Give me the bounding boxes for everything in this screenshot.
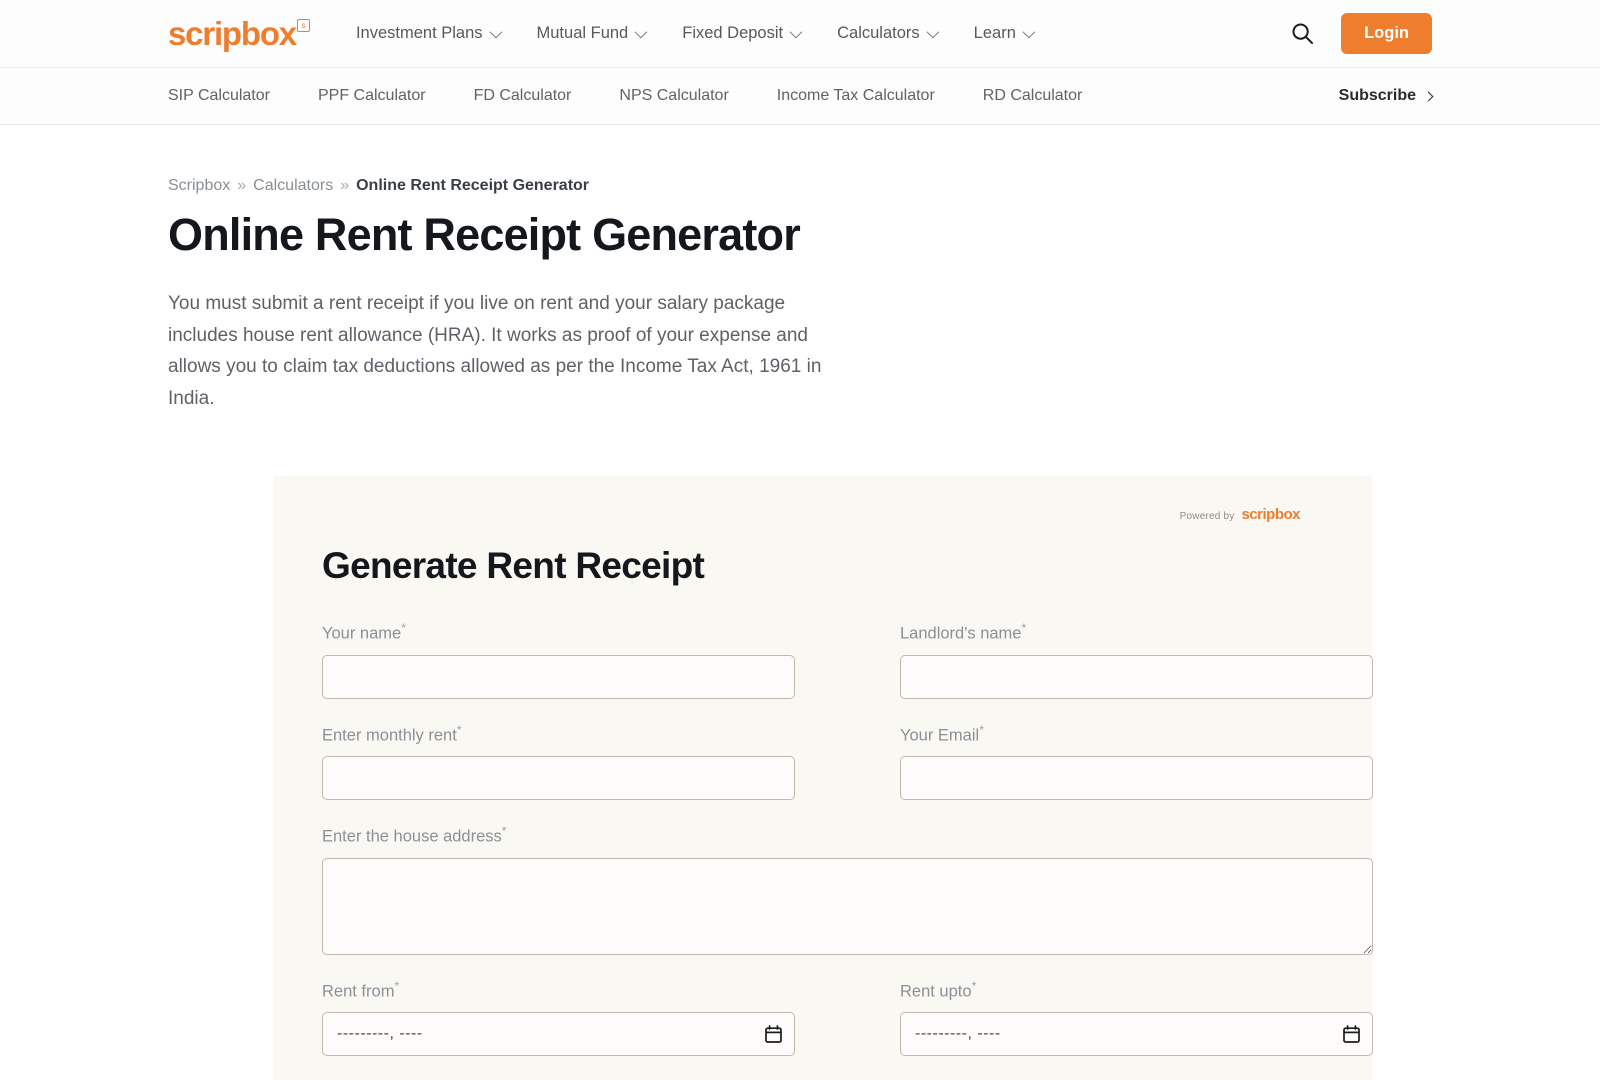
house-address-label: Enter the house address*: [322, 824, 1373, 847]
page-content: Scripbox » Calculators » Online Rent Rec…: [0, 177, 1600, 414]
your-name-input[interactable]: [322, 654, 795, 699]
nav-item-calculators[interactable]: Calculators: [837, 24, 939, 43]
your-name-label: Your name*: [322, 621, 795, 644]
breadcrumb-separator: »: [237, 177, 247, 194]
nav-item-fixed-deposit[interactable]: Fixed Deposit: [682, 24, 803, 43]
subnav-item-sip-calculator[interactable]: SIP Calculator: [168, 87, 270, 105]
required-marker: *: [456, 722, 462, 737]
breadcrumb-item-current: Online Rent Receipt Generator: [356, 177, 590, 194]
login-button[interactable]: Login: [1341, 13, 1432, 54]
nav-item-label: Learn: [973, 24, 1016, 42]
monthly-rent-input[interactable]: [322, 756, 795, 800]
calculator-subnav: SIP Calculator PPF Calculator FD Calcula…: [0, 67, 1600, 125]
search-icon[interactable]: [1291, 22, 1314, 45]
required-marker: *: [394, 978, 400, 993]
rent-from-date-wrapper: [322, 1012, 795, 1056]
navbar-actions: Login: [1291, 13, 1432, 54]
rent-from-input[interactable]: [322, 1012, 795, 1056]
label-text: Enter monthly rent: [322, 726, 457, 744]
breadcrumb-separator: »: [340, 177, 350, 194]
subnav-item-income-tax-calculator[interactable]: Income Tax Calculator: [777, 87, 935, 105]
your-email-input[interactable]: [900, 756, 1373, 800]
chevron-down-icon: [926, 25, 939, 39]
field-landlord-name: Landlord's name*: [900, 621, 1373, 699]
rent-upto-date-wrapper: [900, 1012, 1373, 1056]
nav-item-investment-plans[interactable]: Investment Plans: [355, 24, 502, 43]
field-monthly-rent: Enter monthly rent*: [322, 723, 795, 800]
subscribe-link[interactable]: Subscribe: [1338, 87, 1434, 105]
scripbox-logo[interactable]: scripbox s: [168, 17, 310, 50]
primary-navbar: scripbox s Investment Plans Mutual Fund …: [0, 0, 1600, 67]
landlord-name-input[interactable]: [900, 654, 1373, 699]
calendar-icon[interactable]: [1343, 1025, 1360, 1043]
label-text: Enter the house address: [322, 827, 502, 846]
powered-by-label: Powered by: [1179, 511, 1235, 522]
required-marker: *: [979, 722, 984, 737]
nav-items: Investment Plans Mutual Fund Fixed Depos…: [355, 24, 1036, 43]
nav-item-label: Investment Plans: [355, 24, 483, 42]
field-rent-from: Rent from*: [322, 979, 795, 1056]
powered-by-badge: Powered by scripbox: [322, 500, 1324, 523]
field-your-email: Your Email*: [900, 723, 1373, 800]
nav-item-label: Mutual Fund: [536, 24, 629, 42]
monthly-rent-label: Enter monthly rent*: [322, 723, 795, 746]
rent-upto-input[interactable]: [900, 1012, 1373, 1056]
required-marker: *: [401, 621, 406, 635]
field-your-name: Your name*: [322, 621, 795, 699]
chevron-down-icon: [489, 25, 502, 39]
rent-receipt-form: Your name* Landlord's name* Enter monthl…: [322, 621, 1373, 1080]
page-description: You must submit a rent receipt if you li…: [168, 293, 822, 409]
page-title: Online Rent Receipt Generator: [168, 209, 801, 260]
calendar-icon[interactable]: [765, 1025, 782, 1043]
field-rent-upto: Rent upto*: [900, 979, 1373, 1056]
nav-item-label: Fixed Deposit: [682, 24, 784, 42]
nav-item-label: Calculators: [837, 24, 920, 42]
subscribe-label: Subscribe: [1338, 87, 1416, 104]
card-title: Generate Rent Receipt: [322, 545, 705, 586]
breadcrumb-item-scripbox[interactable]: Scripbox: [168, 177, 230, 195]
rent-upto-label: Rent upto*: [900, 979, 1373, 1002]
label-text: Landlord's name: [900, 624, 1022, 643]
your-email-label: Your Email*: [900, 723, 1373, 746]
required-marker: *: [501, 824, 507, 838]
label-text: Rent upto: [900, 982, 972, 1000]
label-text: Your Email: [900, 726, 980, 744]
house-address-textarea[interactable]: [322, 857, 1373, 955]
logo-text: scripbox: [168, 15, 297, 52]
required-marker: *: [971, 978, 977, 993]
breadcrumb: Scripbox » Calculators » Online Rent Rec…: [168, 177, 1432, 195]
nav-item-mutual-fund[interactable]: Mutual Fund: [536, 24, 648, 43]
subnav-item-rd-calculator[interactable]: RD Calculator: [983, 87, 1083, 105]
label-text: Rent from: [322, 982, 395, 1000]
landlord-name-label: Landlord's name*: [900, 621, 1373, 644]
required-marker: *: [1021, 621, 1027, 635]
chevron-down-icon: [789, 25, 803, 39]
nav-item-learn[interactable]: Learn: [973, 24, 1036, 43]
chevron-right-icon: [1423, 91, 1434, 101]
rent-from-label: Rent from*: [322, 979, 795, 1002]
powered-by-brand: scripbox: [1241, 506, 1300, 523]
subnav-item-nps-calculator[interactable]: NPS Calculator: [619, 87, 728, 105]
subnav-item-ppf-calculator[interactable]: PPF Calculator: [318, 87, 426, 105]
breadcrumb-item-calculators[interactable]: Calculators: [253, 177, 333, 195]
rent-receipt-form-card: Powered by scripbox Generate Rent Receip…: [274, 476, 1373, 1080]
field-house-address: Enter the house address*: [322, 824, 1373, 955]
chevron-down-icon: [634, 25, 648, 39]
logo-badge-icon: s: [296, 19, 310, 32]
subnav-items: SIP Calculator PPF Calculator FD Calcula…: [168, 87, 1082, 105]
chevron-down-icon: [1022, 25, 1036, 39]
label-text: Your name: [322, 624, 402, 643]
subnav-item-fd-calculator[interactable]: FD Calculator: [474, 87, 572, 105]
